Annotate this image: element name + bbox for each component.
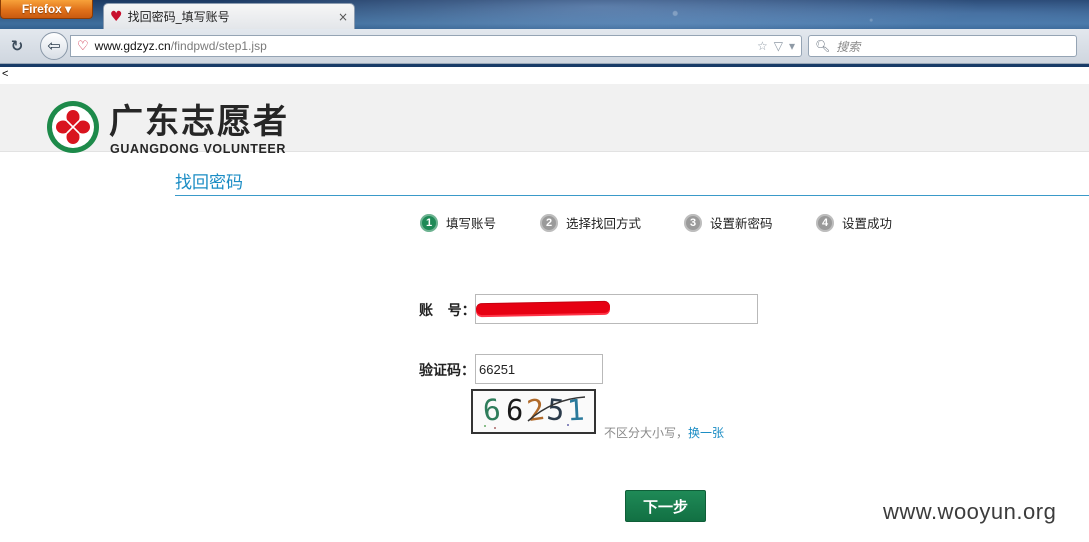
step-number-badge: 1	[420, 213, 438, 232]
navigation-bar: ↻ ⇦ ♡ www.gdzyz.cn /findpwd/step1.jsp ☆ …	[0, 29, 1089, 64]
reload-icon[interactable]: ↻	[8, 37, 26, 55]
captcha-noise-line	[484, 396, 586, 429]
search-placeholder: 搜索	[836, 39, 861, 54]
step-number-badge: 4	[816, 213, 834, 232]
logo-english-text: GUANGDONG VOLUNTEER	[110, 142, 286, 156]
step-1: 1 填写账号	[420, 213, 496, 232]
title-divider	[175, 195, 1089, 196]
back-arrow-icon: ⇦	[47, 36, 61, 55]
firefox-menu-label: Firefox ▾	[21, 2, 72, 16]
logo-chinese-text: 广东志愿者	[109, 102, 289, 142]
step-label: 填写账号	[446, 216, 497, 231]
firefox-menu-button[interactable]: Firefox ▾	[0, 0, 93, 19]
captcha-hint: 不区分大小写，换一张	[604, 424, 724, 441]
step-number-badge: 2	[540, 213, 558, 232]
browser-chrome: Firefox ▾ ♥ 找回密码_填写账号 × ↻ ⇦ ♡ www.gdzyz.…	[0, 0, 1089, 67]
heart-icon: ♥	[110, 8, 123, 25]
dropdown-arrow-icon[interactable]: ▾	[789, 39, 795, 53]
heart-icon: ♡	[77, 38, 89, 53]
account-label: 账 号：	[419, 303, 476, 319]
step-4: 4 设置成功	[816, 213, 892, 232]
site-header: 广东志愿者 GUANGDONG VOLUNTEER	[0, 84, 1089, 156]
captcha-input[interactable]	[475, 354, 603, 384]
captcha-hint-text: 不区分大小写，	[604, 426, 689, 440]
step-number-badge: 3	[684, 213, 702, 232]
pocket-icon[interactable]: ▽	[774, 39, 783, 53]
tab-title: 找回密码_填写账号	[127, 10, 230, 24]
watermark: www.wooyun.org	[883, 499, 1057, 524]
step-2: 2 选择找回方式	[540, 213, 641, 232]
bookmark-star-icon[interactable]: ☆	[757, 39, 768, 53]
stray-text: <	[2, 68, 9, 80]
page-content: < 广东志愿者 GUANGDONG VOLUNTEER 找回密码 1 填写账号	[0, 67, 1089, 542]
browser-tab[interactable]: ♥ 找回密码_填写账号 ×	[103, 3, 355, 29]
page-title: 找回密码	[175, 173, 243, 193]
search-icon: 🔍︎	[815, 39, 831, 53]
url-host: www.gdzyz.cn	[94, 39, 171, 53]
captcha-refresh-link[interactable]: 换一张	[688, 426, 724, 440]
search-bar[interactable]: 🔍︎ 搜索	[808, 35, 1077, 57]
address-bar[interactable]: ♡ www.gdzyz.cn /findpwd/step1.jsp ☆ ▽ ▾	[70, 35, 802, 57]
captcha-image[interactable]: 6 6 2 5 1	[471, 389, 596, 434]
redaction-mark	[475, 301, 611, 316]
step-label: 设置成功	[842, 216, 893, 231]
step-3: 3 设置新密码	[684, 213, 773, 232]
url-path: /findpwd/step1.jsp	[170, 39, 267, 53]
volunteer-logo-icon	[47, 101, 99, 153]
close-icon[interactable]: ×	[338, 10, 348, 24]
next-step-button[interactable]: 下一步	[625, 490, 706, 522]
captcha-label: 验证码：	[419, 363, 475, 379]
step-label: 设置新密码	[710, 216, 773, 231]
step-label: 选择找回方式	[566, 216, 642, 231]
back-button[interactable]: ⇦	[40, 32, 68, 60]
